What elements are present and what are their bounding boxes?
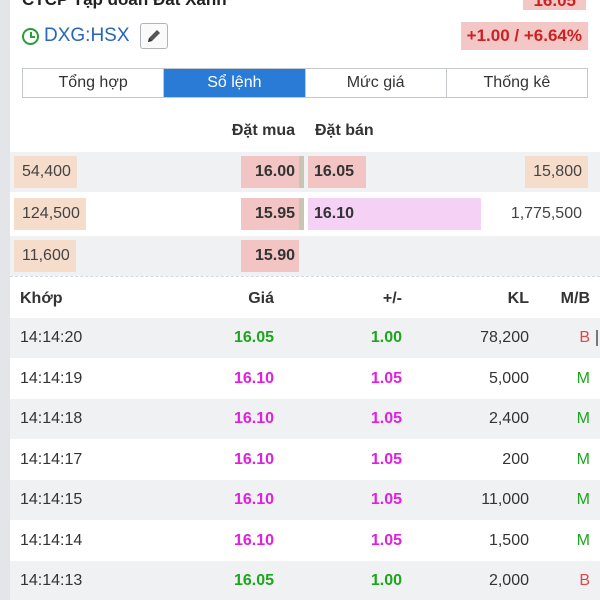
section-divider <box>10 276 600 277</box>
match-side: B <box>579 329 590 346</box>
match-side: M <box>576 532 590 549</box>
match-row: 14:14:17 16.10 1.05 200 M <box>10 440 600 480</box>
match-time: 14:14:15 <box>20 491 83 508</box>
match-price: 16.05 <box>233 329 274 346</box>
match-change: 1.05 <box>370 532 402 549</box>
match-volume: 78,200 <box>480 329 529 346</box>
orderbook-header: Đặt mua Đặt bán <box>0 118 600 144</box>
bid-volume: 124,500 <box>14 198 86 230</box>
ticker-row: DXG:HSX <box>22 22 168 50</box>
bid-price[interactable]: 15.90 <box>241 240 299 272</box>
tab-price-levels[interactable]: Mức giá <box>304 69 446 97</box>
match-volume: 5,000 <box>488 370 529 387</box>
match-price: 16.10 <box>233 491 274 508</box>
company-name: CTCP Tập đoàn Đất Xanh <box>22 0 227 10</box>
matches-header: Khớp Giá +/- KL M/B <box>10 280 600 318</box>
ask-column-label: Đặt bán <box>315 122 374 139</box>
bid-volume: 11,600 <box>14 240 76 272</box>
match-price: 16.05 <box>233 572 274 589</box>
match-side: M <box>576 370 590 387</box>
match-volume: 1,500 <box>488 532 529 549</box>
match-side: M <box>576 451 590 468</box>
text-cursor <box>596 330 598 346</box>
tab-bar: Tổng hợp Sổ lệnh Mức giá Thống kê <box>22 68 588 98</box>
bid-price-edge <box>299 198 304 230</box>
match-time: 14:14:18 <box>20 410 83 427</box>
edit-button[interactable] <box>139 23 168 49</box>
match-row: 14:14:13 16.05 1.00 2,000 B <box>10 561 600 600</box>
match-change: 1.05 <box>370 491 402 508</box>
match-row: 14:14:19 16.10 1.05 5,000 M <box>10 359 600 399</box>
pencil-icon <box>147 30 160 42</box>
ask-volume: 1,775,500 <box>510 205 582 222</box>
match-price: 16.10 <box>233 532 274 549</box>
last-price-badge: 16.05 <box>523 0 586 10</box>
match-change: 1.00 <box>370 329 402 346</box>
match-volume: 11,000 <box>481 491 529 508</box>
left-panel-edge <box>0 0 10 600</box>
bid-price-edge <box>299 156 304 188</box>
orderbook-row: 124,500 15.95 16.10 1,775,500 <box>10 194 600 234</box>
match-time: 14:14:20 <box>20 329 83 346</box>
match-price: 16.10 <box>233 451 274 468</box>
match-volume: 2,000 <box>488 572 529 589</box>
tab-statistics[interactable]: Thống kê <box>445 69 587 97</box>
match-change: 1.05 <box>370 370 402 387</box>
bid-price[interactable]: 15.95 <box>241 198 299 230</box>
bid-volume: 54,400 <box>14 156 77 188</box>
match-time: 14:14:13 <box>20 572 83 589</box>
price-change-badge: +1.00 / +6.64% <box>460 22 588 50</box>
tab-summary[interactable]: Tổng hợp <box>23 69 164 97</box>
match-side: B <box>579 572 590 589</box>
ticker-symbol[interactable]: DXG:HSX <box>44 25 130 47</box>
ask-price[interactable]: 16.10 <box>308 198 481 230</box>
bid-column-label: Đặt mua <box>231 122 295 139</box>
match-time: 14:14:14 <box>20 532 83 549</box>
tab-orderbook[interactable]: Sổ lệnh <box>163 69 305 97</box>
side-column-label: M/B <box>560 290 590 307</box>
match-row: 14:14:15 16.10 1.05 11,000 M <box>10 480 600 520</box>
orderbook-row: 11,600 15.90 <box>10 236 600 276</box>
match-time: 14:14:17 <box>20 451 83 468</box>
match-price: 16.10 <box>233 370 274 387</box>
match-change: 1.05 <box>370 410 402 427</box>
match-row: 14:14:14 16.10 1.05 1,500 M <box>10 521 600 561</box>
match-change: 1.00 <box>370 572 402 589</box>
ask-volume: 15,800 <box>525 156 588 188</box>
match-change: 1.05 <box>370 451 402 468</box>
bid-price[interactable]: 16.00 <box>241 156 299 188</box>
match-side: M <box>576 491 590 508</box>
volume-column-label: KL <box>507 290 529 307</box>
match-time: 14:14:19 <box>20 370 83 387</box>
match-row: 14:14:20 16.05 1.00 78,200 B <box>10 318 600 358</box>
match-volume: 200 <box>502 451 529 468</box>
clock-icon <box>22 27 39 45</box>
price-column-label: Giá <box>248 290 274 307</box>
match-price: 16.10 <box>233 410 274 427</box>
orderbook-row: 54,400 16.00 16.05 15,800 <box>10 152 600 192</box>
change-column-label: +/- <box>382 290 402 307</box>
time-column-label: Khớp <box>20 290 63 307</box>
match-side: M <box>576 410 590 427</box>
ask-price[interactable]: 16.05 <box>308 156 366 188</box>
match-row: 14:14:18 16.10 1.05 2,400 M <box>10 399 600 439</box>
match-volume: 2,400 <box>488 410 529 427</box>
